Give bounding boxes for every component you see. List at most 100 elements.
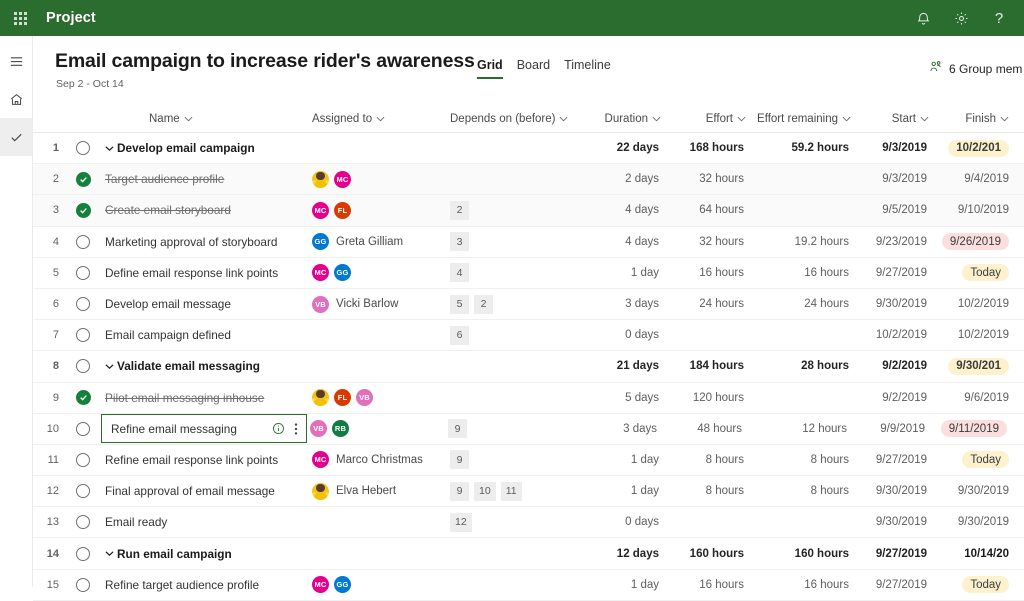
start-date-cell[interactable]: 9/30/2019: [861, 485, 935, 497]
duration-cell[interactable]: 21 days: [589, 360, 669, 372]
table-row[interactable]: 10 Refine email messaging VB RB 9 3 days 48 ho…: [33, 414, 1024, 445]
task-incomplete-icon[interactable]: [76, 265, 90, 280]
table-row[interactable]: 6 Develop email message VB Vicki Barlow 5 2 3 …: [33, 289, 1024, 321]
row-complete-toggle[interactable]: [67, 515, 99, 530]
row-complete-toggle[interactable]: [67, 421, 99, 436]
depends-on-cell[interactable]: 9: [447, 450, 589, 470]
effort-cell[interactable]: 8 hours: [669, 454, 754, 466]
finish-date-cell[interactable]: 9/6/2019: [935, 389, 1011, 406]
depends-on-cell[interactable]: 9: [445, 419, 587, 439]
effort-remaining-cell[interactable]: 16 hours: [754, 267, 861, 279]
start-date-cell[interactable]: 10/2/2019: [861, 329, 935, 341]
row-complete-toggle[interactable]: [67, 265, 99, 280]
table-row[interactable]: 2 Target audience profile MC 2 days 32 hours…: [33, 164, 1024, 196]
duration-cell[interactable]: 4 days: [589, 204, 669, 216]
effort-cell[interactable]: 48 hours: [667, 423, 752, 435]
row-complete-toggle[interactable]: [67, 171, 99, 187]
effort-cell[interactable]: 168 hours: [669, 142, 754, 154]
depends-on-cell[interactable]: 4: [447, 263, 589, 283]
depends-on-cell[interactable]: 52: [447, 294, 589, 314]
task-incomplete-icon[interactable]: [76, 141, 90, 156]
dependency-chip[interactable]: 6: [450, 325, 469, 345]
column-header-finish[interactable]: Finish: [935, 113, 1011, 125]
dependency-chip[interactable]: 12: [450, 512, 472, 532]
effort-remaining-cell[interactable]: 16 hours: [754, 579, 861, 591]
effort-remaining-cell[interactable]: 28 hours: [754, 360, 861, 372]
effort-cell[interactable]: 8 hours: [669, 485, 754, 497]
task-complete-icon[interactable]: [75, 202, 91, 218]
task-incomplete-icon[interactable]: [76, 421, 90, 436]
help-icon[interactable]: ?: [980, 0, 1018, 36]
effort-remaining-cell[interactable]: 160 hours: [754, 548, 861, 560]
duration-cell[interactable]: 3 days: [589, 298, 669, 310]
row-complete-toggle[interactable]: [67, 297, 99, 312]
finish-date-cell[interactable]: 10/14/20: [935, 545, 1011, 562]
task-incomplete-icon[interactable]: [76, 234, 90, 249]
column-header-assigned-to[interactable]: Assigned to: [309, 113, 447, 125]
finish-date-cell[interactable]: Today: [935, 576, 1011, 594]
assigned-to-cell[interactable]: MC FL: [309, 201, 447, 219]
assigned-to-cell[interactable]: Elva Hebert: [309, 482, 447, 500]
task-incomplete-icon[interactable]: [76, 577, 90, 592]
effort-remaining-cell[interactable]: 19.2 hours: [754, 236, 861, 248]
group-members-button[interactable]: 6 Group mem: [929, 60, 1024, 77]
task-name-cell[interactable]: Run email campaign: [99, 547, 309, 561]
notifications-icon[interactable]: [904, 0, 942, 36]
start-date-cell[interactable]: 9/30/2019: [861, 516, 935, 528]
finish-date-cell[interactable]: Today: [935, 264, 1011, 282]
finish-date-cell[interactable]: 9/10/2019: [935, 202, 1011, 219]
task-incomplete-icon[interactable]: [76, 484, 90, 499]
table-row[interactable]: 12 Final approval of email message Elva He…: [33, 476, 1024, 508]
start-date-cell[interactable]: 9/27/2019: [861, 454, 935, 466]
task-name-cell[interactable]: Marketing approval of storyboard: [99, 235, 309, 249]
task-name-cell[interactable]: Email campaign defined: [99, 328, 309, 342]
assigned-to-cell[interactable]: FL VB: [309, 389, 447, 407]
column-header-effort-remaining[interactable]: Effort remaining: [754, 113, 861, 125]
start-date-cell[interactable]: 9/3/2019: [861, 142, 935, 154]
task-name-cell[interactable]: Refine email messaging: [101, 414, 307, 444]
finish-date-cell[interactable]: 10/2/2019: [935, 296, 1011, 313]
assigned-to-cell[interactable]: MC: [309, 170, 447, 188]
task-incomplete-icon[interactable]: [76, 452, 90, 467]
task-name-cell[interactable]: Define email response link points: [99, 266, 309, 280]
depends-on-cell[interactable]: 6: [447, 325, 589, 345]
effort-remaining-cell[interactable]: 24 hours: [754, 298, 861, 310]
table-row[interactable]: 9 Pilot email messaging inhouse FL VB 5 days…: [33, 383, 1024, 414]
start-date-cell[interactable]: 9/5/2019: [861, 204, 935, 216]
dependency-chip[interactable]: 4: [450, 263, 469, 283]
row-complete-toggle[interactable]: [67, 546, 99, 561]
task-incomplete-icon[interactable]: [76, 297, 90, 312]
finish-date-cell[interactable]: 9/11/2019: [933, 420, 1009, 438]
duration-cell[interactable]: 1 day: [589, 454, 669, 466]
table-row[interactable]: 14 Run email campaign 12 days 160 hours 160 …: [33, 538, 1024, 570]
table-row[interactable]: 3 Create email storyboard MC FL 2 4 days 64 ho…: [33, 195, 1024, 227]
row-complete-toggle[interactable]: [67, 359, 99, 374]
start-date-cell[interactable]: 9/27/2019: [861, 548, 935, 560]
effort-cell[interactable]: 64 hours: [669, 204, 754, 216]
duration-cell[interactable]: 22 days: [589, 142, 669, 154]
row-complete-toggle[interactable]: [67, 141, 99, 156]
suite-title[interactable]: Project: [46, 10, 96, 26]
table-row[interactable]: 13 Email ready 12 0 days 9/30/2019 9/30/2019: [33, 507, 1024, 539]
duration-cell[interactable]: 1 day: [589, 579, 669, 591]
task-name-cell[interactable]: Create email storyboard: [99, 203, 309, 217]
effort-remaining-cell[interactable]: 12 hours: [752, 423, 859, 435]
start-date-cell[interactable]: 9/30/2019: [861, 298, 935, 310]
home-icon[interactable]: [0, 80, 33, 118]
duration-cell[interactable]: 3 days: [587, 423, 667, 435]
tab-timeline[interactable]: Timeline: [564, 58, 611, 79]
dependency-chip[interactable]: 5: [450, 294, 469, 314]
task-name-cell[interactable]: Target audience profile: [99, 172, 309, 186]
chevron-down-icon[interactable]: [105, 363, 114, 370]
table-row[interactable]: 8 Validate email messaging 21 days 184 hour…: [33, 351, 1024, 383]
task-name-cell[interactable]: Develop email message: [99, 297, 309, 311]
finish-date-cell[interactable]: 10/2/201: [935, 139, 1011, 157]
effort-cell[interactable]: 24 hours: [669, 298, 754, 310]
finish-date-cell[interactable]: 9/26/2019: [935, 233, 1011, 251]
depends-on-cell[interactable]: 3: [447, 232, 589, 252]
start-date-cell[interactable]: 9/3/2019: [861, 173, 935, 185]
start-date-cell[interactable]: 9/23/2019: [861, 236, 935, 248]
row-complete-toggle[interactable]: [67, 484, 99, 499]
duration-cell[interactable]: 4 days: [589, 236, 669, 248]
duration-cell[interactable]: 12 days: [589, 548, 669, 560]
